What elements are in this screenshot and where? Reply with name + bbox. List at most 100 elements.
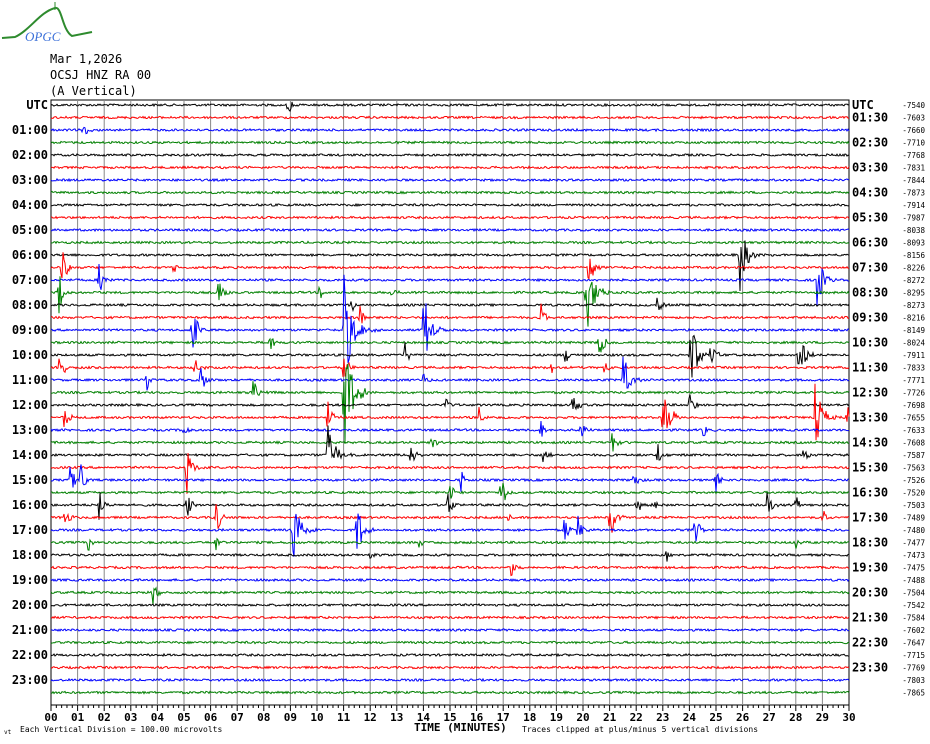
x-tick-label: 25	[709, 711, 722, 724]
trace-offset-label: -7563	[902, 464, 925, 473]
left-time-label: 09:00	[12, 323, 48, 337]
left-time-label: 06:00	[12, 248, 48, 262]
trace-offset-label: -7520	[902, 489, 925, 498]
trace-offset-label: -7698	[902, 401, 925, 410]
x-tick-label: 30	[842, 711, 855, 724]
x-tick-label: 19	[550, 711, 563, 724]
x-tick-label: 04	[151, 711, 165, 724]
x-tick-label: 07	[231, 711, 244, 724]
trace-offset-label: -7726	[902, 389, 925, 398]
left-time-label: 05:00	[12, 223, 48, 237]
trace-offset-label: -7647	[902, 639, 925, 648]
right-time-label: 23:30	[852, 661, 888, 675]
x-tick-label: 11	[337, 711, 351, 724]
trace-offset-label: -7504	[902, 589, 925, 598]
left-time-label: 16:00	[12, 498, 48, 512]
right-time-label: 01:30	[852, 111, 888, 125]
right-time-label: 11:30	[852, 361, 888, 375]
left-time-label: 02:00	[12, 148, 48, 162]
x-tick-label: 21	[603, 711, 617, 724]
right-time-label: 13:30	[852, 411, 888, 425]
trace-offset-label: -7655	[902, 414, 925, 423]
trace-offset-label: -7987	[902, 214, 925, 223]
trace-offset-label: -7865	[902, 689, 925, 698]
trace-offset-label: -7833	[902, 364, 925, 373]
right-time-label: 21:30	[852, 611, 888, 625]
left-time-label: 23:00	[12, 673, 48, 687]
left-time-label: 19:00	[12, 573, 48, 587]
x-tick-label: 06	[204, 711, 218, 724]
left-time-label: 12:00	[12, 398, 48, 412]
clip-note: Traces clipped at plus/minus 5 vertical …	[522, 725, 759, 734]
trace-offset-label: -8156	[902, 251, 925, 260]
trace-offset-label: -7844	[902, 176, 925, 185]
trace-offset-label: -7633	[902, 426, 925, 435]
right-time-label: 07:30	[852, 261, 888, 275]
trace-offset-label: -7911	[902, 351, 925, 360]
trace-offset-label: -8038	[902, 226, 925, 235]
right-time-label: 18:30	[852, 536, 888, 550]
x-tick-label: 03	[124, 711, 137, 724]
trace-offset-label: -7660	[902, 126, 925, 135]
x-tick-label: 01	[71, 711, 85, 724]
trace-offset-label: -7526	[902, 476, 925, 485]
footer-mark: vt	[4, 729, 12, 736]
trace-offset-label: -7489	[902, 514, 925, 523]
x-tick-label: 08	[257, 711, 270, 724]
right-time-label: 02:30	[852, 136, 888, 150]
left-time-label: 22:00	[12, 648, 48, 662]
right-time-label: 05:30	[852, 211, 888, 225]
left-time-label: 14:00	[12, 448, 48, 462]
trace-offset-label: -8024	[902, 339, 925, 348]
left-time-label: 13:00	[12, 423, 48, 437]
trace-offset-label: -7475	[902, 564, 925, 573]
trace-offset-label: -7488	[902, 576, 925, 585]
right-time-label: 20:30	[852, 586, 888, 600]
right-time-label: 22:30	[852, 636, 888, 650]
trace-offset-label: -7480	[902, 526, 925, 535]
left-time-label: 07:00	[12, 273, 48, 287]
left-time-label: 17:00	[12, 523, 48, 537]
right-time-label: 19:30	[852, 561, 888, 575]
left-time-label: 01:00	[12, 123, 48, 137]
x-tick-label: 24	[683, 711, 697, 724]
left-time-label: UTC	[26, 98, 48, 112]
right-time-label: 17:30	[852, 511, 888, 525]
trace-offset-label: -8149	[902, 326, 925, 335]
helicorder-plot: 00 01 02 03 04 05 06 07 08 09 10 11 12 13 14 15 16 17 18 19…	[12, 98, 926, 724]
trace-offset-label: -7587	[902, 451, 925, 460]
right-time-label: 06:30	[852, 236, 888, 250]
trace-offset-label: -7831	[902, 164, 925, 173]
right-time-label: 12:30	[852, 386, 888, 400]
left-time-label: 03:00	[12, 173, 48, 187]
right-time-label: 03:30	[852, 161, 888, 175]
trace-offset-label: -8295	[902, 289, 925, 298]
right-time-label: 14:30	[852, 436, 888, 450]
trace-offset-label: -7771	[902, 376, 925, 385]
left-time-label: 11:00	[12, 373, 48, 387]
trace-offset-label: -8226	[902, 264, 925, 273]
trace-offset-label: -7473	[902, 551, 925, 560]
x-tick-label: 05	[177, 711, 190, 724]
left-time-label: 10:00	[12, 348, 48, 362]
trace-offset-label: -7873	[902, 189, 925, 198]
x-tick-label: 09	[284, 711, 297, 724]
trace-offset-label: -7477	[902, 539, 925, 548]
trace-offset-label: -7503	[902, 501, 925, 510]
x-tick-label: 22	[630, 711, 643, 724]
x-tick-label: 26	[736, 711, 750, 724]
trace-offset-label: -7768	[902, 151, 925, 160]
x-tick-label: 12	[364, 711, 377, 724]
x-tick-label: 28	[789, 711, 802, 724]
left-time-label: 20:00	[12, 598, 48, 612]
left-time-label: 08:00	[12, 298, 48, 312]
right-time-label: 10:30	[852, 336, 888, 350]
right-time-label: 08:30	[852, 286, 888, 300]
x-tick-label: 00	[44, 711, 57, 724]
right-time-label: 16:30	[852, 486, 888, 500]
trace-offset-label: -7914	[902, 201, 925, 210]
x-axis-label: TIME (MINUTES)	[414, 721, 507, 734]
trace-offset-label: -7803	[902, 676, 925, 685]
right-time-label: 04:30	[852, 186, 888, 200]
trace-offset-label: -7715	[902, 651, 925, 660]
